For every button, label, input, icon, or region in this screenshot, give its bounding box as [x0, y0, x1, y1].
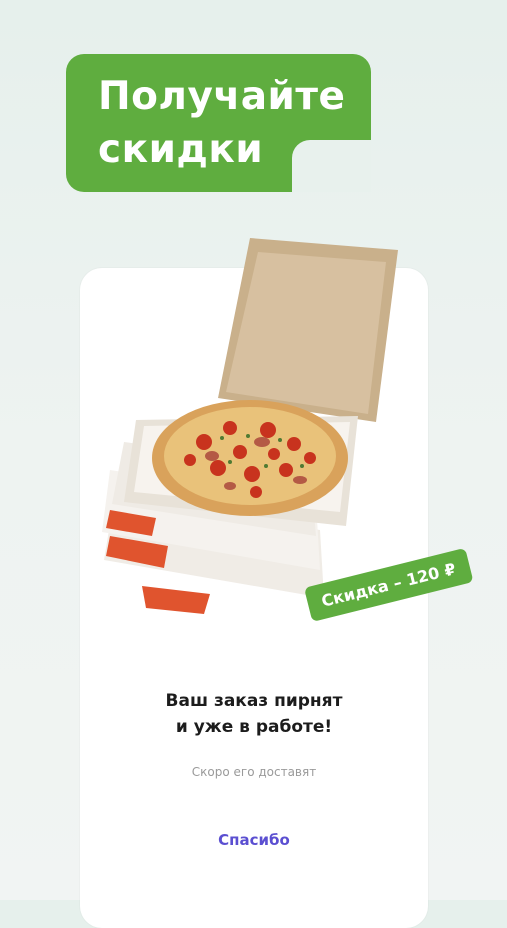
order-status-title: Ваш заказ пирнят и уже в работе!	[80, 688, 428, 740]
pizza-box-image	[102, 238, 398, 614]
promo-title-line-2: скидки	[98, 127, 264, 172]
promo-title-line-1: Получайте	[98, 74, 346, 119]
promo-title: Получайте скидки	[98, 70, 358, 176]
promo-banner: Получайте скидки	[66, 54, 371, 192]
thanks-button[interactable]: Спасибо	[190, 822, 318, 858]
order-status-title-line-2: и уже в работе!	[175, 717, 333, 737]
order-status-title-line-1: Ваш заказ пирнят	[165, 691, 343, 711]
stacked-box-3-logo	[142, 586, 210, 614]
order-status-subtitle: Скоро его доставят	[191, 765, 317, 779]
